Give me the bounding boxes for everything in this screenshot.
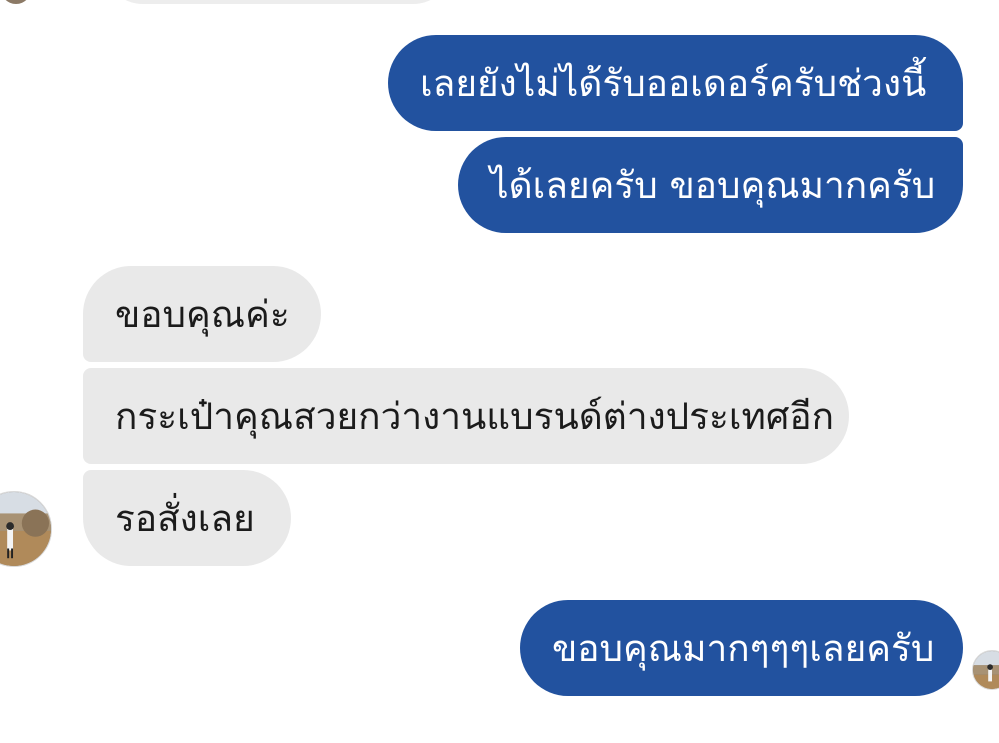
my-avatar-seen-indicator: [972, 650, 999, 690]
contact-avatar-photo-icon: [0, 492, 51, 566]
previous-message-bubble-partial: [103, 0, 453, 4]
my-avatar-photo-icon: [973, 651, 999, 689]
message-text: ได้เลยครับ ขอบคุณมากครับ: [490, 163, 936, 207]
contact-avatar[interactable]: [0, 491, 52, 567]
message-text: รอสั่งเลย: [115, 496, 255, 540]
message-text: เลยยังไม่ได้รับออเดอร์ครับช่วงนี้: [420, 61, 927, 105]
message-text: กระเป๋าคุณสวยกว่างานแบรนด์ต่างประเทศอีก: [115, 394, 835, 438]
message-bubble-incoming[interactable]: กระเป๋าคุณสวยกว่างานแบรนด์ต่างประเทศอีก: [83, 368, 849, 464]
message-bubble-outgoing[interactable]: ได้เลยครับ ขอบคุณมากครับ: [458, 137, 963, 233]
message-text: ขอบคุณค่ะ: [115, 292, 290, 336]
chat-thread[interactable]: เลยยังไม่ได้รับออเดอร์ครับช่วงนี้ ได้เลย…: [0, 0, 999, 743]
previous-avatar-partial: [0, 0, 32, 4]
message-bubble-outgoing[interactable]: เลยยังไม่ได้รับออเดอร์ครับช่วงนี้: [388, 35, 963, 131]
message-text: ขอบคุณมากๆๆๆเลยครับ: [552, 626, 935, 670]
message-bubble-incoming[interactable]: ขอบคุณค่ะ: [83, 266, 321, 362]
message-bubble-outgoing[interactable]: ขอบคุณมากๆๆๆเลยครับ: [520, 600, 963, 696]
message-bubble-incoming[interactable]: รอสั่งเลย: [83, 470, 291, 566]
